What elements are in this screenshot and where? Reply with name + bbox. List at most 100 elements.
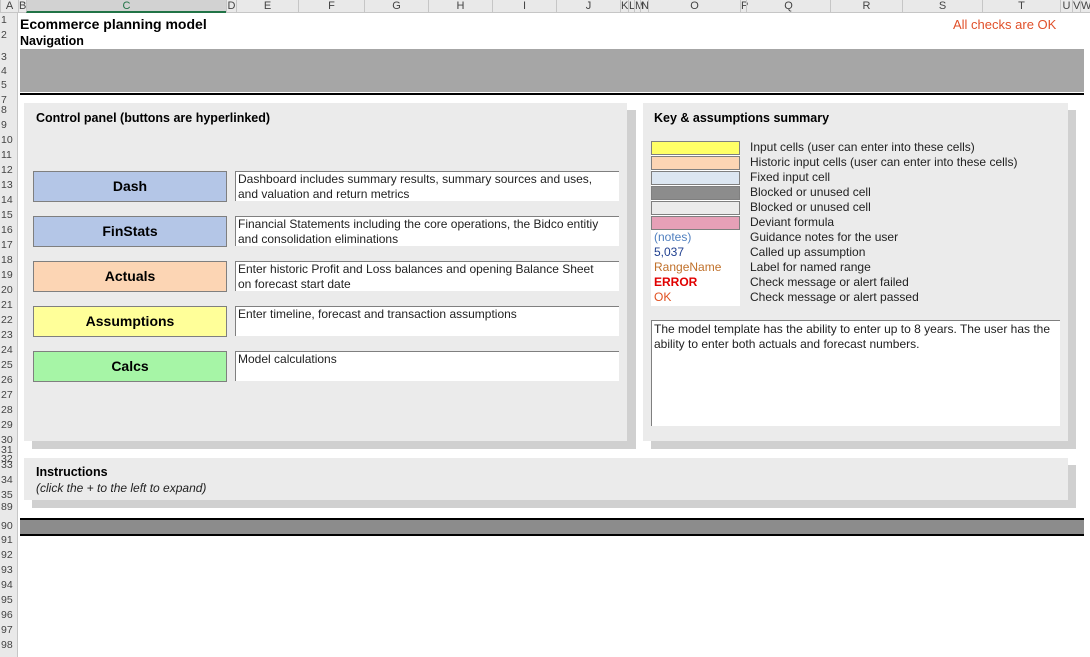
column-header-i[interactable]: I	[492, 0, 556, 13]
row-header-18[interactable]: 18	[0, 253, 18, 268]
column-header-b[interactable]: B	[18, 0, 26, 13]
row-header-bar: 1 2 3 4 5 7 8 9 10 11 12 13 14 15 16 17 18 19 20 21 22 23 24 25…	[0, 13, 18, 657]
description-line-1: Enter timeline, forecast and transaction…	[238, 307, 517, 321]
row-header-27[interactable]: 27	[0, 388, 18, 403]
actuals-button[interactable]: Actuals	[33, 261, 227, 292]
column-header-e[interactable]: E	[236, 0, 298, 13]
row-header-11[interactable]: 11	[0, 148, 18, 163]
row-header-9[interactable]: 9	[0, 118, 18, 133]
key-description: Historic input cells (user can enter int…	[750, 155, 1018, 169]
key-swatch	[651, 216, 740, 230]
header-band-line	[20, 93, 1084, 95]
row-header-25[interactable]: 25	[0, 358, 18, 373]
column-header-u[interactable]: U	[1060, 0, 1072, 13]
row-header-33[interactable]: 33	[0, 458, 18, 473]
footer-band	[20, 520, 1084, 534]
column-header-d[interactable]: D	[226, 0, 236, 13]
column-header-j[interactable]: J	[556, 0, 620, 13]
calcs-button[interactable]: Calcs	[33, 351, 227, 382]
row-header-98[interactable]: 98	[0, 638, 18, 653]
row-header-29[interactable]: 29	[0, 418, 18, 433]
row-header-34[interactable]: 34	[0, 473, 18, 488]
description-line-1: Financial Statements including the core …	[238, 217, 599, 231]
key-swatch	[651, 156, 740, 170]
key-description: Input cells (user can enter into these c…	[750, 140, 975, 154]
key-description: Label for named range	[750, 260, 871, 274]
key-swatch	[651, 171, 740, 185]
row-header-12[interactable]: 12	[0, 163, 18, 178]
key-description: Blocked or unused cell	[750, 200, 871, 214]
control-panel-heading: Control panel (buttons are hyperlinked)	[36, 111, 271, 125]
row-header-19[interactable]: 19	[0, 268, 18, 283]
row-header-90[interactable]: 90	[0, 519, 18, 534]
dash-description: Dashboard includes summary results, summ…	[235, 171, 619, 201]
row-header-3[interactable]: 3	[0, 50, 18, 65]
row-header-96[interactable]: 96	[0, 608, 18, 623]
key-sample-label: RangeName	[654, 260, 722, 274]
column-header-r[interactable]: R	[830, 0, 902, 13]
key-sample-label: (notes)	[654, 230, 692, 244]
row-header-91[interactable]: 91	[0, 533, 18, 548]
key-swatch	[651, 141, 740, 155]
column-header-h[interactable]: H	[428, 0, 492, 13]
key-description: Fixed input cell	[750, 170, 831, 184]
row-header-8[interactable]: 8	[0, 103, 18, 118]
row-header-13[interactable]: 13	[0, 178, 18, 193]
key-description: Check message or alert failed	[750, 275, 909, 289]
row-header-10[interactable]: 10	[0, 133, 18, 148]
column-header-n[interactable]: N	[640, 0, 649, 13]
description-line-2: and valuation and return metrics	[238, 187, 410, 201]
row-header-92[interactable]: 92	[0, 548, 18, 563]
description-line-2: and consolidation eliminations	[238, 232, 399, 246]
column-header-v[interactable]: V	[1072, 0, 1080, 13]
assumptions-button[interactable]: Assumptions	[33, 306, 227, 337]
row-header-14[interactable]: 14	[0, 193, 18, 208]
instructions-shadow	[32, 500, 1076, 508]
key-description: Blocked or unused cell	[750, 185, 871, 199]
key-description: Called up assumption	[750, 245, 866, 259]
column-header-o[interactable]: O	[648, 0, 740, 13]
finstats-button[interactable]: FinStats	[33, 216, 227, 247]
row-header-94[interactable]: 94	[0, 578, 18, 593]
description-line-2: on forecast start date	[238, 277, 351, 291]
key-swatch	[651, 186, 740, 200]
row-header-23[interactable]: 23	[0, 328, 18, 343]
row-header-26[interactable]: 26	[0, 373, 18, 388]
assumptions-description: Enter timeline, forecast and transaction…	[235, 306, 619, 336]
row-header-24[interactable]: 24	[0, 343, 18, 358]
column-header-g[interactable]: G	[364, 0, 428, 13]
row-header-16[interactable]: 16	[0, 223, 18, 238]
row-header-95[interactable]: 95	[0, 593, 18, 608]
row-header-4[interactable]: 4	[0, 64, 18, 79]
key-note-box: The model template has the ability to en…	[651, 320, 1060, 426]
row-header-20[interactable]: 20	[0, 283, 18, 298]
key-sample-label: 5,037	[654, 245, 685, 259]
calcs-description: Model calculations	[235, 351, 619, 381]
row-header-97[interactable]: 97	[0, 623, 18, 638]
row-header-22[interactable]: 22	[0, 313, 18, 328]
row-header-21[interactable]: 21	[0, 298, 18, 313]
row-header-17[interactable]: 17	[0, 238, 18, 253]
row-header-5[interactable]: 5	[0, 78, 18, 93]
column-header-t[interactable]: T	[982, 0, 1060, 13]
column-header-f[interactable]: F	[298, 0, 364, 13]
row-header-93[interactable]: 93	[0, 563, 18, 578]
row-header-1[interactable]: 1	[0, 13, 18, 28]
row-header-15[interactable]: 15	[0, 208, 18, 223]
key-panel-shadow-bottom	[651, 441, 1076, 449]
column-header-w[interactable]: W	[1080, 0, 1090, 13]
row-header-89[interactable]: 89	[0, 500, 18, 515]
row-header-2[interactable]: 2	[0, 28, 18, 43]
dash-button[interactable]: Dash	[33, 171, 227, 202]
column-header-s[interactable]: S	[902, 0, 982, 13]
column-header-c[interactable]: C	[26, 0, 226, 13]
instructions-heading[interactable]: Instructions	[36, 465, 108, 479]
instructions-subtext: (click the + to the left to expand)	[36, 481, 207, 495]
column-header-a[interactable]: A	[0, 0, 18, 13]
key-swatch	[651, 201, 740, 215]
column-header-q[interactable]: Q	[746, 0, 830, 13]
row-header-28[interactable]: 28	[0, 403, 18, 418]
key-sample-label: ERROR	[654, 275, 698, 289]
check-status: All checks are OK	[953, 17, 1057, 32]
column-header-k[interactable]: K	[620, 0, 628, 13]
